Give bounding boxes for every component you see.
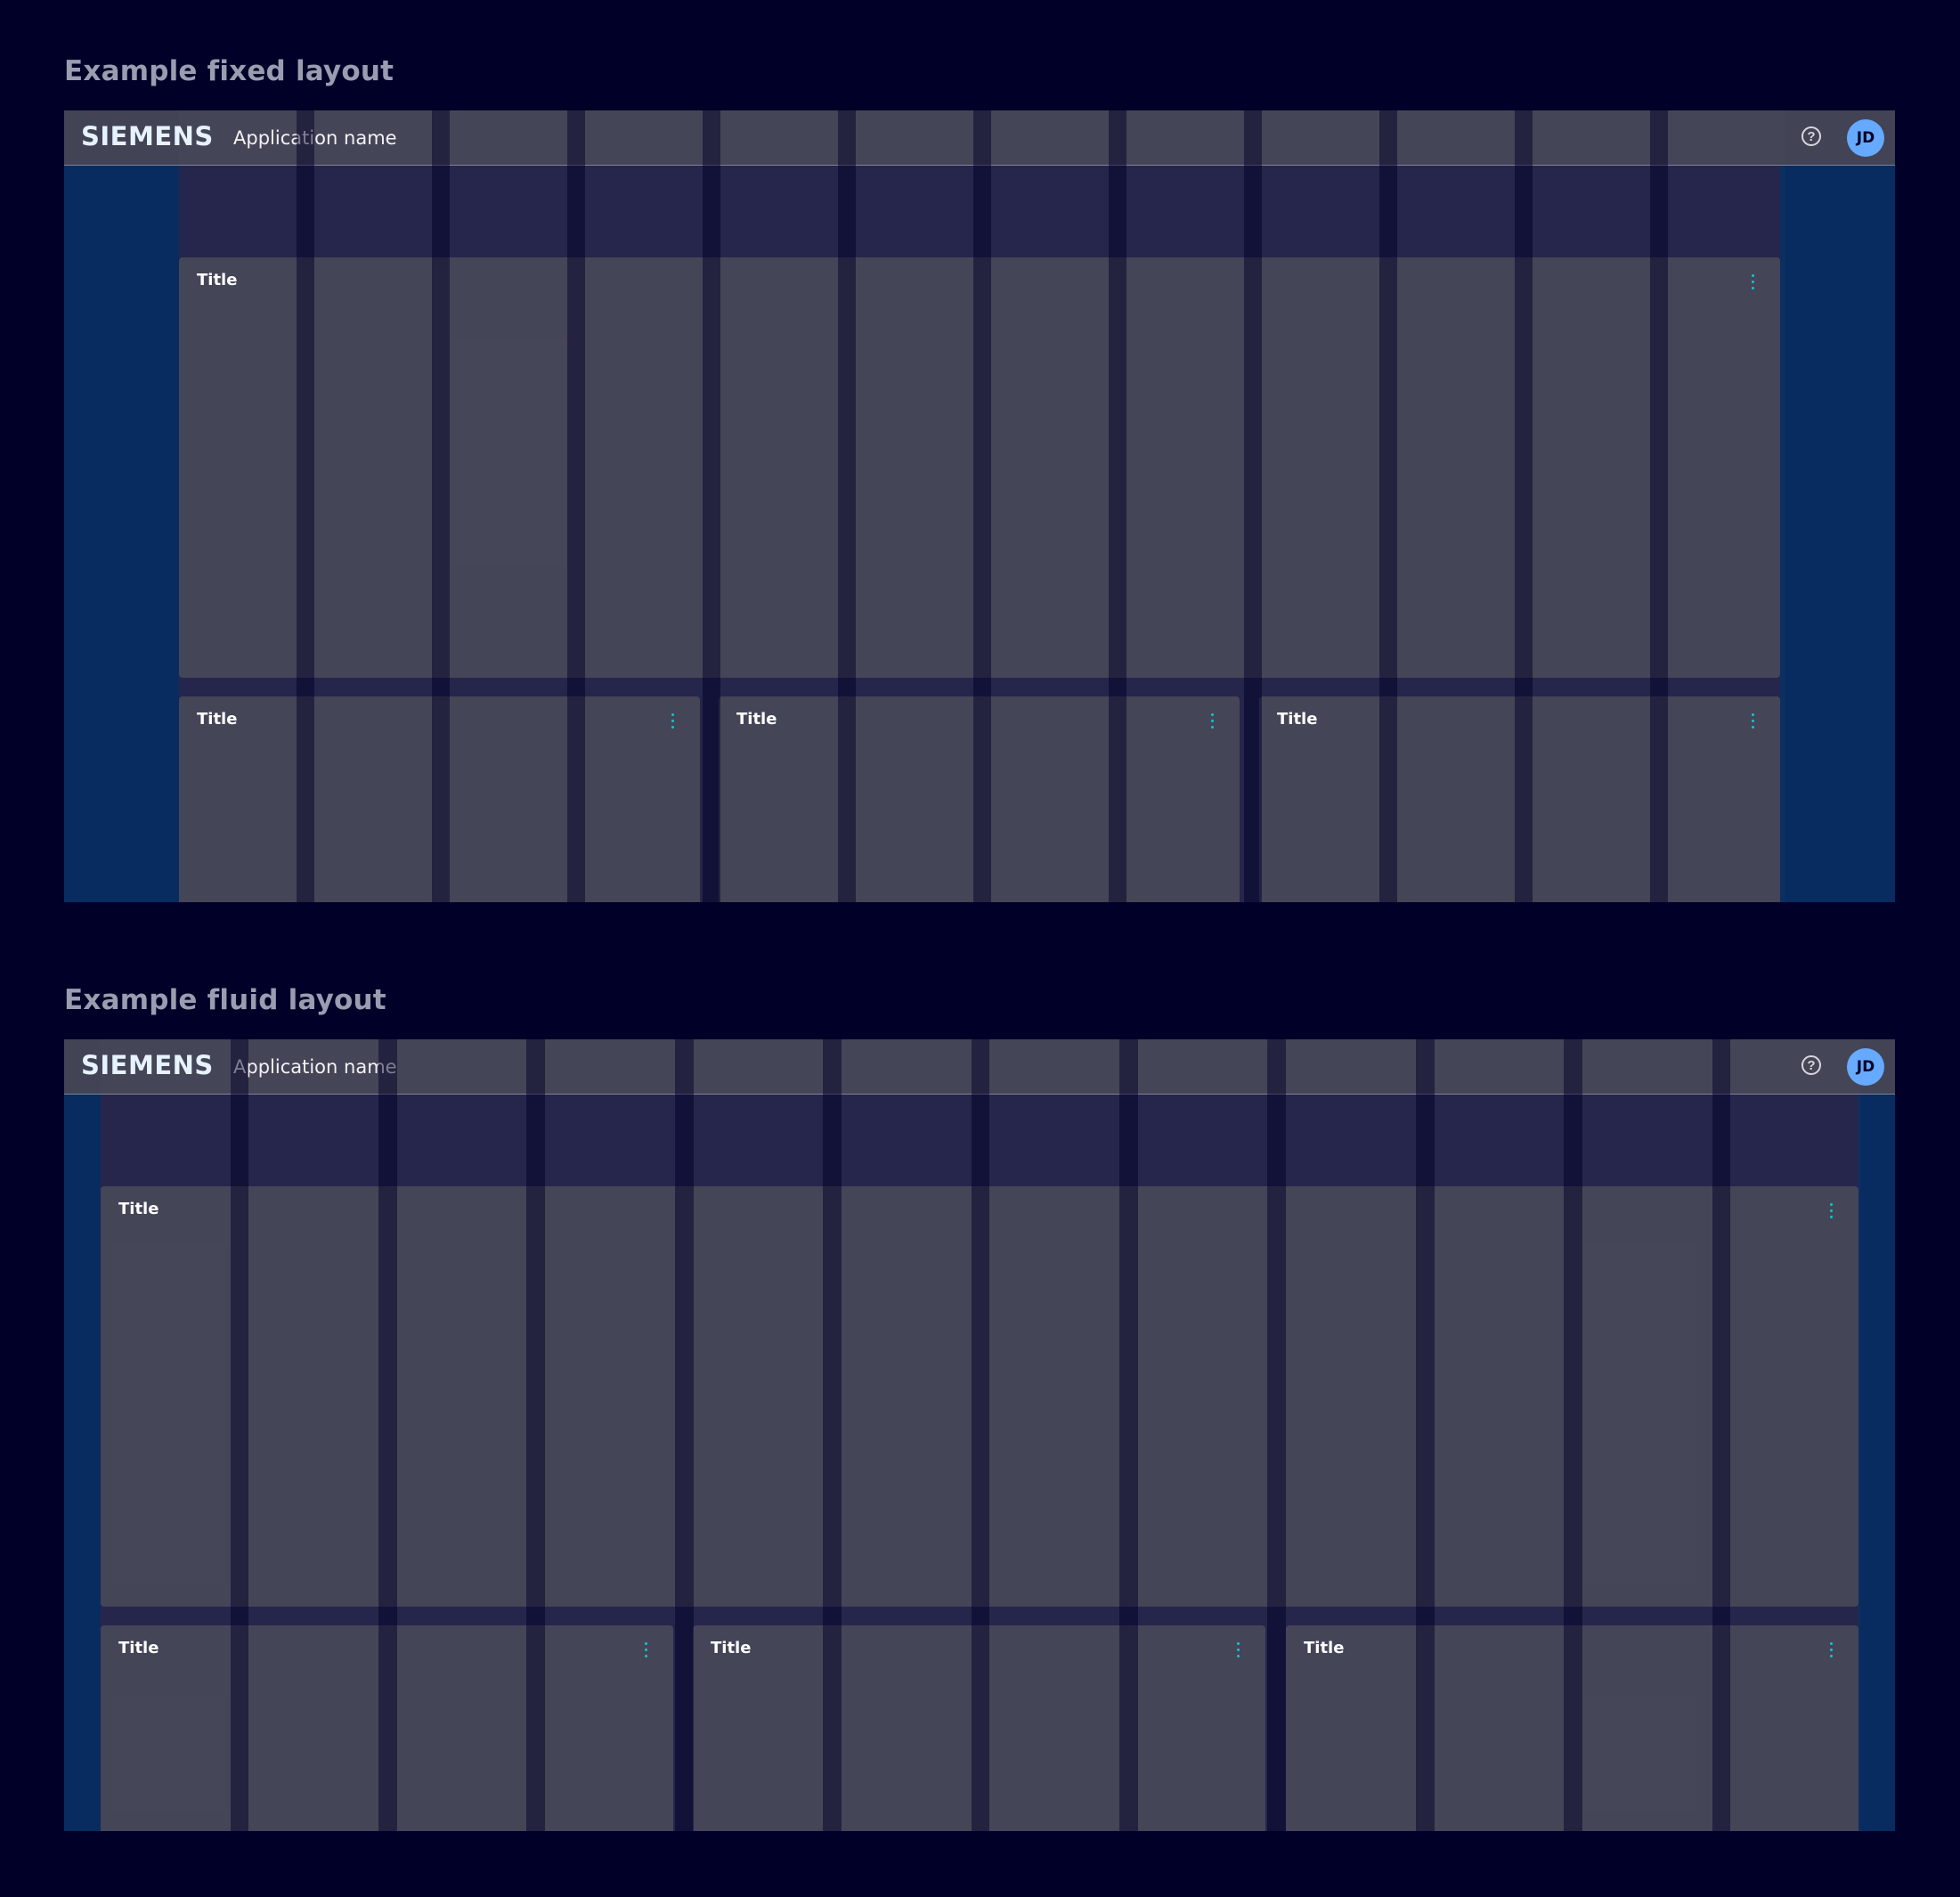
kebab-menu-icon[interactable] [637, 1639, 655, 1660]
fluid-card-bottom-1: Title [101, 1625, 673, 1831]
app-header: SIEMENS Application name ? JD [64, 110, 1895, 166]
fixed-content-area: Title Title Title Title [179, 166, 1780, 902]
fluid-card-main: Title [101, 1186, 1858, 1607]
app-name: Application name [233, 1056, 397, 1078]
fixed-card-bottom-2: Title [719, 696, 1240, 902]
fixed-layout-heading: Example fixed layout [64, 55, 394, 87]
fixed-card-bottom-1: Title [179, 696, 700, 902]
kebab-menu-icon[interactable] [1203, 710, 1221, 731]
card-title: Title [197, 710, 238, 729]
fluid-card-bottom-3: Title [1286, 1625, 1858, 1831]
fixed-card-main: Title [179, 257, 1780, 678]
card-title: Title [118, 1200, 159, 1218]
kebab-menu-icon[interactable] [1822, 1200, 1840, 1221]
kebab-menu-icon[interactable] [1744, 710, 1761, 731]
card-title: Title [736, 710, 777, 729]
fluid-layout-frame: Title Title Title Title SIEMENS Applicat… [64, 1039, 1895, 1831]
kebab-menu-icon[interactable] [1822, 1639, 1840, 1660]
avatar[interactable]: JD [1847, 119, 1884, 157]
kebab-menu-icon[interactable] [1744, 271, 1761, 292]
fluid-content-area: Title Title Title Title [101, 1095, 1858, 1831]
fixed-layout-frame: Title Title Title Title SIEMENS Applicat… [64, 110, 1895, 902]
help-icon[interactable]: ? [1801, 126, 1821, 146]
kebab-menu-icon[interactable] [1229, 1639, 1247, 1660]
fixed-card-bottom-3: Title [1259, 696, 1780, 902]
card-title: Title [1277, 710, 1318, 729]
card-title: Title [197, 271, 238, 289]
app-header: SIEMENS Application name ? JD [64, 1039, 1895, 1095]
help-icon[interactable]: ? [1801, 1055, 1821, 1075]
kebab-menu-icon[interactable] [663, 710, 681, 731]
app-name: Application name [233, 127, 397, 149]
fluid-layout-heading: Example fluid layout [64, 984, 386, 1016]
card-title: Title [1304, 1639, 1345, 1657]
brand-logo: SIEMENS [81, 1050, 214, 1080]
card-title: Title [711, 1639, 752, 1657]
fluid-card-bottom-2: Title [693, 1625, 1265, 1831]
card-title: Title [118, 1639, 159, 1657]
avatar[interactable]: JD [1847, 1048, 1884, 1086]
brand-logo: SIEMENS [81, 121, 214, 151]
